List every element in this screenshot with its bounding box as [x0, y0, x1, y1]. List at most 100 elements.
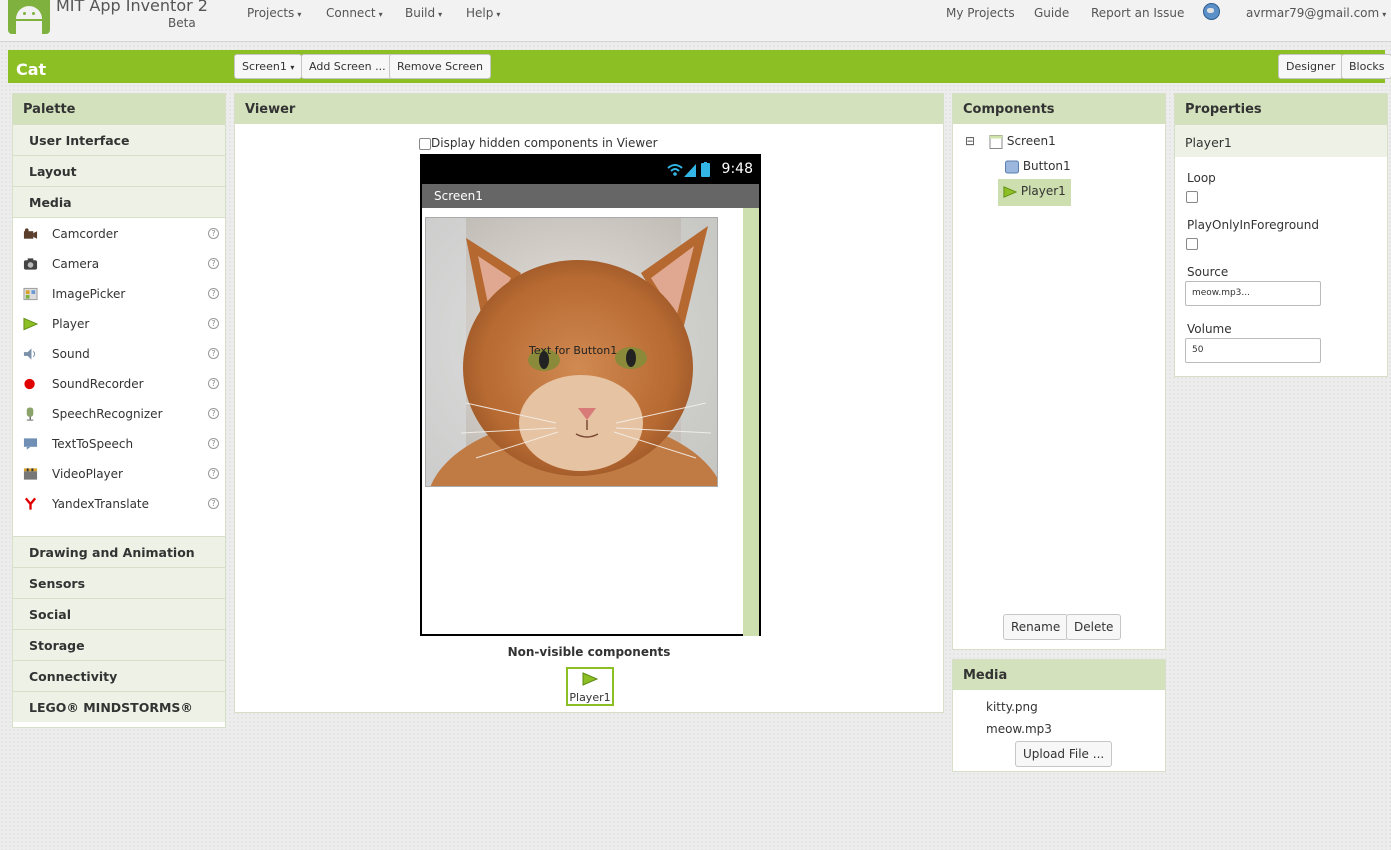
blocks-button[interactable]: Blocks	[1341, 54, 1391, 79]
camera-icon	[23, 258, 38, 270]
chevron-down-icon: ▾	[496, 10, 501, 19]
category-lego-mindstorms[interactable]: LEGO® MINDSTORMS®	[13, 691, 225, 722]
project-toolbar: Cat Screen1 ▾ Add Screen ... Remove Scre…	[8, 50, 1391, 83]
category-connectivity[interactable]: Connectivity	[13, 660, 225, 691]
beta-label: Beta	[168, 16, 196, 30]
source-label: Source	[1187, 265, 1229, 279]
help-icon[interactable]: ?	[208, 348, 219, 359]
help-icon[interactable]: ?	[208, 258, 219, 269]
player-icon	[23, 317, 38, 331]
media-file-kitty[interactable]: kitty.png	[986, 700, 1038, 714]
category-user-interface[interactable]: User Interface	[13, 124, 225, 155]
yandex-translate-icon	[24, 497, 37, 510]
help-icon[interactable]: ?	[208, 228, 219, 239]
button-icon	[1005, 160, 1019, 173]
phone-clock: 9:48	[721, 161, 753, 177]
palette-item-sound[interactable]: Sound?	[13, 339, 225, 369]
category-social[interactable]: Social	[13, 598, 225, 629]
screen-title-bar: Screen1	[422, 184, 759, 208]
media-panel: Media kitty.png meow.mp3 Upload File ...	[952, 659, 1166, 772]
project-name: Cat	[16, 60, 47, 79]
language-globe-icon[interactable]	[1203, 3, 1220, 20]
palette-title: Palette	[13, 94, 225, 124]
delete-button[interactable]: Delete	[1066, 614, 1122, 640]
components-panel: Components ⊟ Screen1 Button1 Player1 Ren…	[952, 93, 1166, 650]
app-title: MIT App Inventor 2	[56, 0, 208, 15]
play-foreground-label: PlayOnlyInForeground	[1187, 218, 1319, 232]
palette-item-camcorder[interactable]: Camcorder?	[13, 219, 225, 249]
help-icon[interactable]: ?	[208, 498, 219, 509]
tree-player1-selected[interactable]: Player1	[998, 179, 1071, 206]
palette-item-speechrecognizer[interactable]: SpeechRecognizer?	[13, 399, 225, 429]
designer-button[interactable]: Designer	[1278, 54, 1344, 79]
sound-recorder-icon	[24, 378, 35, 390]
menu-connect[interactable]: Connect ▾	[326, 6, 383, 20]
viewer-panel: Viewer Display hidden components in View…	[234, 93, 944, 713]
nonvisible-title: Non-visible components	[507, 645, 671, 659]
media-items-list: Camcorder? Camera? ImagePicker? Player? …	[13, 217, 225, 536]
screen-icon	[989, 134, 1003, 149]
menu-build[interactable]: Build ▾	[405, 6, 442, 20]
top-navigation: MIT App Inventor 2 Beta Projects ▾ Connec…	[0, 0, 1391, 42]
palette-item-videoplayer[interactable]: VideoPlayer?	[13, 459, 225, 489]
upload-file-button[interactable]: Upload File ...	[1015, 741, 1113, 767]
properties-panel: Properties Player1 Loop PlayOnlyInForegr…	[1174, 93, 1388, 377]
remove-screen-button[interactable]: Remove Screen	[389, 54, 491, 79]
help-icon[interactable]: ?	[208, 378, 219, 389]
tree-button1[interactable]: Button1	[1005, 159, 1071, 174]
display-hidden-option[interactable]: Display hidden components in Viewer	[419, 136, 658, 150]
category-media[interactable]: Media	[13, 186, 225, 217]
help-icon[interactable]: ?	[208, 318, 219, 329]
chevron-down-icon: ▾	[378, 10, 383, 19]
collapse-toggle-icon[interactable]: ⊟	[965, 134, 975, 148]
nonvisible-player1[interactable]: Player1	[566, 667, 614, 706]
account-menu[interactable]: avrmar79@gmail.com ▾	[1246, 6, 1386, 20]
properties-title: Properties	[1175, 94, 1387, 124]
phone-status-bar: 9:48	[422, 156, 759, 184]
link-guide[interactable]: Guide	[1034, 6, 1069, 20]
palette-item-player[interactable]: Player?	[13, 309, 225, 339]
tree-screen1[interactable]: Screen1	[989, 134, 1056, 149]
palette-item-texttospeech[interactable]: TextToSpeech?	[13, 429, 225, 459]
link-my-projects[interactable]: My Projects	[946, 6, 1015, 20]
palette-item-soundrecorder[interactable]: SoundRecorder?	[13, 369, 225, 399]
media-file-meow[interactable]: meow.mp3	[986, 722, 1052, 736]
category-layout[interactable]: Layout	[13, 155, 225, 186]
source-field[interactable]: meow.mp3...	[1185, 281, 1321, 306]
link-report-issue[interactable]: Report an Issue	[1091, 6, 1184, 20]
palette-item-camera[interactable]: Camera?	[13, 249, 225, 279]
add-screen-button[interactable]: Add Screen ...	[301, 54, 394, 79]
loop-label: Loop	[1187, 171, 1216, 185]
image-picker-icon	[23, 287, 38, 301]
menu-help[interactable]: Help ▾	[466, 6, 500, 20]
loop-checkbox[interactable]	[1186, 191, 1198, 203]
menu-projects[interactable]: Projects ▾	[247, 6, 301, 20]
display-hidden-checkbox[interactable]	[419, 137, 431, 150]
help-icon[interactable]: ?	[208, 468, 219, 479]
play-foreground-checkbox[interactable]	[1186, 238, 1198, 250]
rename-button[interactable]: Rename	[1003, 614, 1069, 640]
category-drawing-animation[interactable]: Drawing and Animation	[13, 536, 225, 567]
nonvisible-player1-label: Player1	[569, 691, 611, 704]
palette-item-yandextranslate[interactable]: YandexTranslate?	[13, 489, 225, 519]
viewer-title: Viewer	[235, 94, 943, 124]
components-title: Components	[953, 94, 1165, 124]
chevron-down-icon: ▾	[290, 63, 295, 72]
signal-wifi-battery-icon	[667, 162, 710, 177]
category-storage[interactable]: Storage	[13, 629, 225, 660]
app-inventor-logo-icon[interactable]	[8, 0, 50, 34]
camcorder-icon	[23, 228, 38, 239]
help-icon[interactable]: ?	[208, 438, 219, 449]
screen-select-button[interactable]: Screen1 ▾	[234, 54, 303, 79]
button1-text: Text for Button1	[529, 344, 618, 357]
text-to-speech-icon	[23, 438, 38, 450]
chevron-down-icon: ▾	[438, 10, 443, 19]
help-icon[interactable]: ?	[208, 408, 219, 419]
chevron-down-icon: ▾	[1382, 10, 1387, 19]
volume-field[interactable]: 50	[1185, 338, 1321, 363]
palette-item-imagepicker[interactable]: ImagePicker?	[13, 279, 225, 309]
category-sensors[interactable]: Sensors	[13, 567, 225, 598]
phone-scrollbar[interactable]	[743, 208, 759, 636]
help-icon[interactable]: ?	[208, 288, 219, 299]
button1-cat-image[interactable]: Text for Button1	[425, 217, 718, 487]
